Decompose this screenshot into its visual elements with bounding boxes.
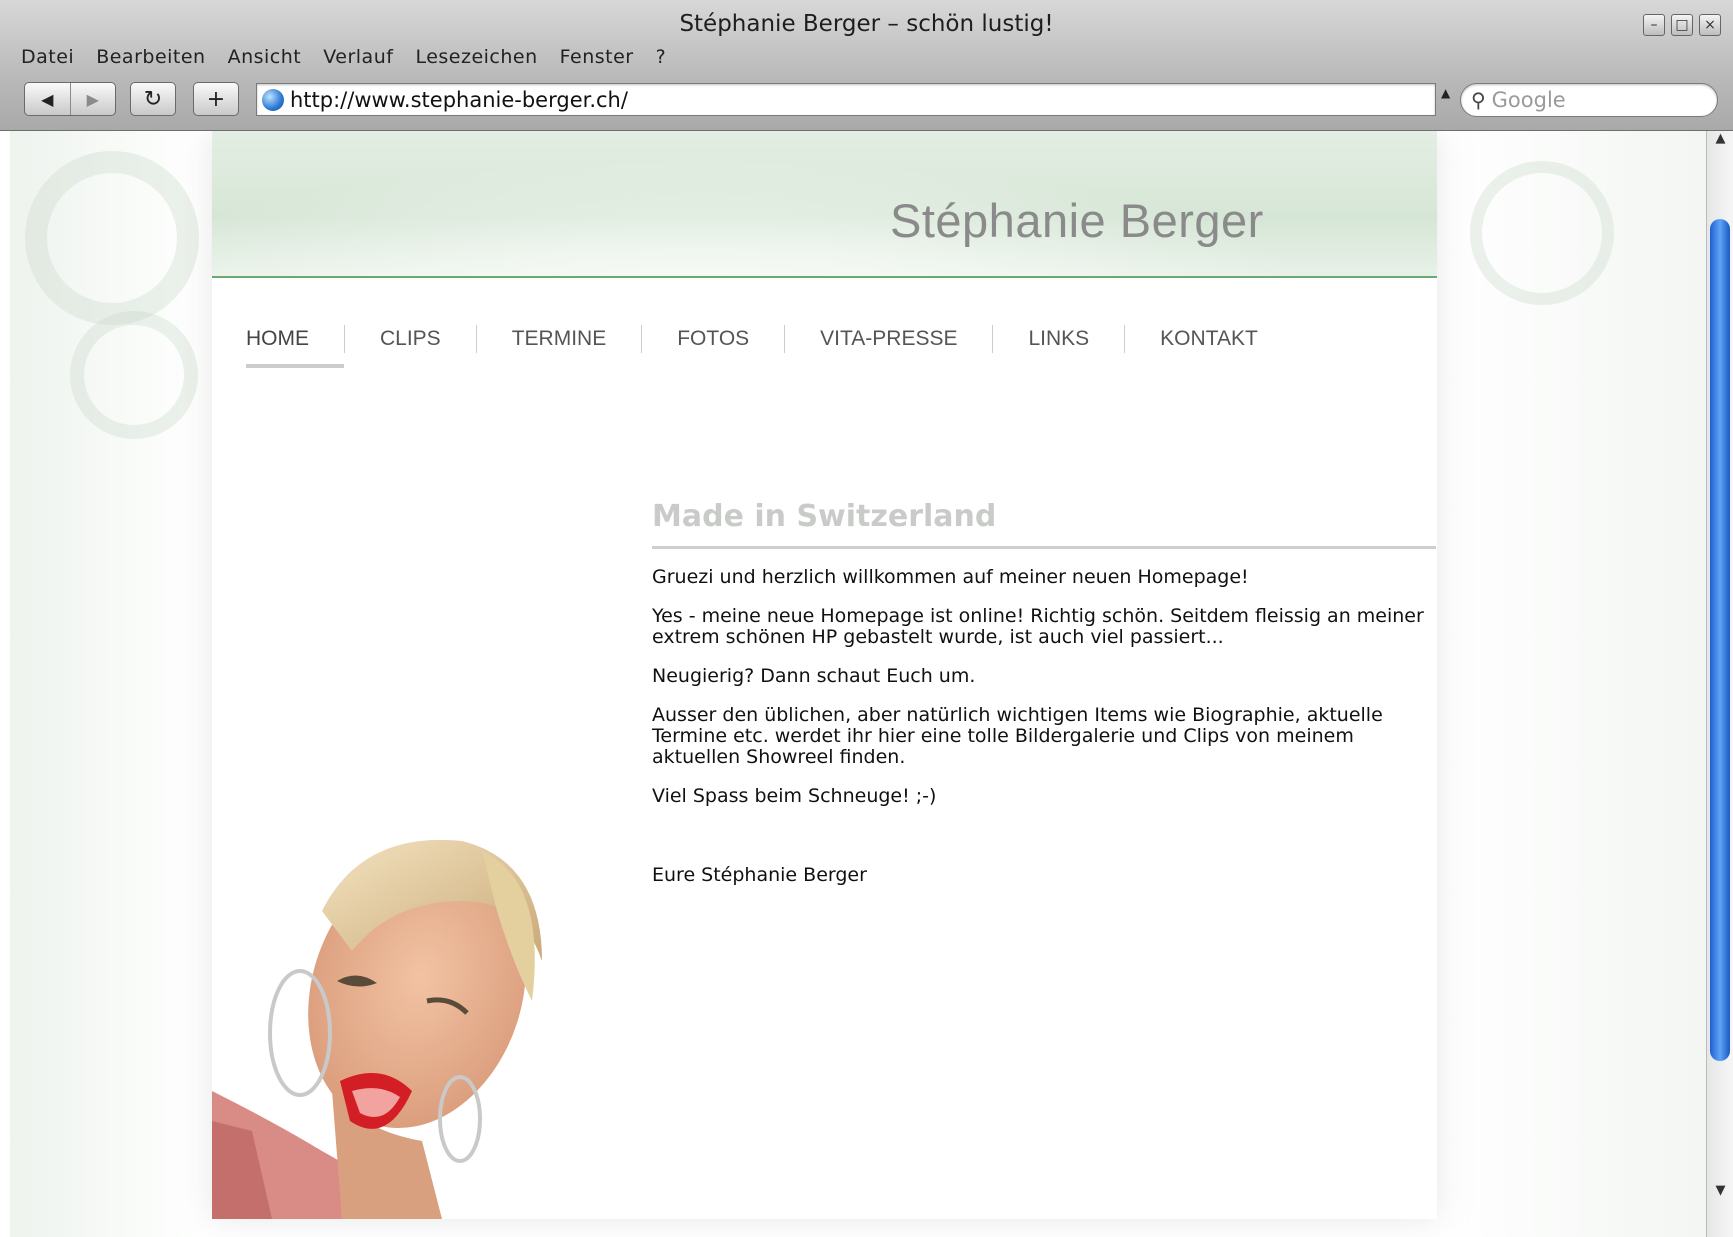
url-dropdown-icon[interactable]: ▲ bbox=[1441, 86, 1450, 100]
background-ornament bbox=[25, 151, 199, 325]
background-ornament bbox=[70, 311, 198, 439]
menu-help[interactable]: ? bbox=[645, 44, 678, 74]
paragraph: Ausser den üblichen, aber natürlich wich… bbox=[652, 704, 1383, 768]
nav-vita-presse[interactable]: VITA-PRESSE bbox=[784, 325, 992, 353]
maximize-icon[interactable]: □ bbox=[1671, 14, 1693, 36]
nav-home[interactable]: HOME bbox=[212, 325, 344, 368]
scroll-thumb[interactable] bbox=[1710, 219, 1730, 1061]
back-icon: ◀ bbox=[41, 89, 54, 109]
reload-icon: ↻ bbox=[143, 86, 163, 112]
nav-fotos[interactable]: FOTOS bbox=[641, 325, 784, 353]
site-header: Stéphanie Berger bbox=[212, 131, 1437, 278]
scroll-down-icon[interactable]: ▼ bbox=[1707, 1183, 1733, 1203]
reload-button[interactable]: ↻ bbox=[130, 82, 176, 116]
paragraph: Viel Spass beim Schneuge! ;-) bbox=[652, 785, 937, 807]
toolbar: ◀ ▶ ↻ + http://www.stephanie-berger.ch/ … bbox=[0, 80, 1733, 122]
menu-fenster[interactable]: Fenster bbox=[549, 44, 645, 74]
main-nav: HOME CLIPS TERMINE FOTOS VITA-PRESSE LIN… bbox=[212, 316, 1293, 368]
back-button[interactable]: ◀ bbox=[25, 83, 70, 115]
menu-verlauf[interactable]: Verlauf bbox=[312, 44, 404, 74]
nav-kontakt[interactable]: KONTAKT bbox=[1124, 325, 1293, 353]
paragraph: Gruezi und herzlich willkommen auf meine… bbox=[652, 566, 1249, 588]
browser-chrome: Stéphanie Berger – schön lustig! – □ × D… bbox=[0, 0, 1733, 131]
minimize-icon[interactable]: – bbox=[1643, 14, 1665, 36]
main-content: Made in Switzerland Gruezi und herzlich … bbox=[652, 499, 1436, 886]
window-title: Stéphanie Berger – schön lustig! bbox=[679, 11, 1054, 37]
menu-bearbeiten[interactable]: Bearbeiten bbox=[85, 44, 216, 74]
portrait-illustration bbox=[212, 839, 542, 1219]
paragraph: Neugierig? Dann schaut Euch um. bbox=[652, 665, 976, 687]
close-icon[interactable]: × bbox=[1699, 14, 1721, 36]
nav-termine[interactable]: TERMINE bbox=[475, 325, 642, 353]
background-ornament bbox=[1470, 161, 1614, 305]
vertical-scrollbar[interactable]: ▲ ▼ bbox=[1706, 131, 1733, 1237]
nav-clips[interactable]: CLIPS bbox=[344, 325, 476, 353]
page-viewport: Stéphanie Berger HOME CLIPS TERMINE FOTO… bbox=[10, 131, 1706, 1237]
plus-icon: + bbox=[206, 86, 226, 112]
menu-datei[interactable]: Datei bbox=[10, 44, 85, 74]
search-input[interactable]: ⚲ Google bbox=[1460, 83, 1718, 117]
search-placeholder: Google bbox=[1491, 88, 1566, 112]
menu-ansicht[interactable]: Ansicht bbox=[217, 44, 313, 74]
back-forward-group: ◀ ▶ bbox=[24, 82, 116, 116]
window-controls: – □ × bbox=[1643, 14, 1721, 36]
content-heading: Made in Switzerland bbox=[652, 499, 1436, 549]
add-bookmark-button[interactable]: + bbox=[193, 82, 239, 116]
url-text: http://www.stephanie-berger.ch/ bbox=[290, 87, 628, 112]
forward-icon: ▶ bbox=[86, 89, 99, 109]
menu-bar: Datei Bearbeiten Ansicht Verlauf Lesezei… bbox=[10, 44, 677, 74]
site-title: Stéphanie Berger bbox=[890, 194, 1264, 247]
paragraph: Yes - meine neue Homepage ist online! Ri… bbox=[652, 605, 1424, 648]
menu-lesezeichen[interactable]: Lesezeichen bbox=[404, 44, 548, 74]
site-container: Stéphanie Berger HOME CLIPS TERMINE FOTO… bbox=[212, 131, 1437, 1219]
signature: Eure Stéphanie Berger bbox=[652, 864, 867, 886]
forward-button[interactable]: ▶ bbox=[69, 83, 116, 115]
portrait-photo bbox=[212, 791, 602, 1219]
address-bar[interactable]: http://www.stephanie-berger.ch/ bbox=[256, 83, 1436, 116]
scroll-up-icon[interactable]: ▲ bbox=[1707, 131, 1733, 151]
search-icon: ⚲ bbox=[1471, 88, 1486, 112]
browser-window: Stéphanie Berger – schön lustig! – □ × D… bbox=[0, 0, 1733, 1237]
nav-links[interactable]: LINKS bbox=[992, 325, 1124, 353]
globe-icon bbox=[262, 88, 284, 111]
